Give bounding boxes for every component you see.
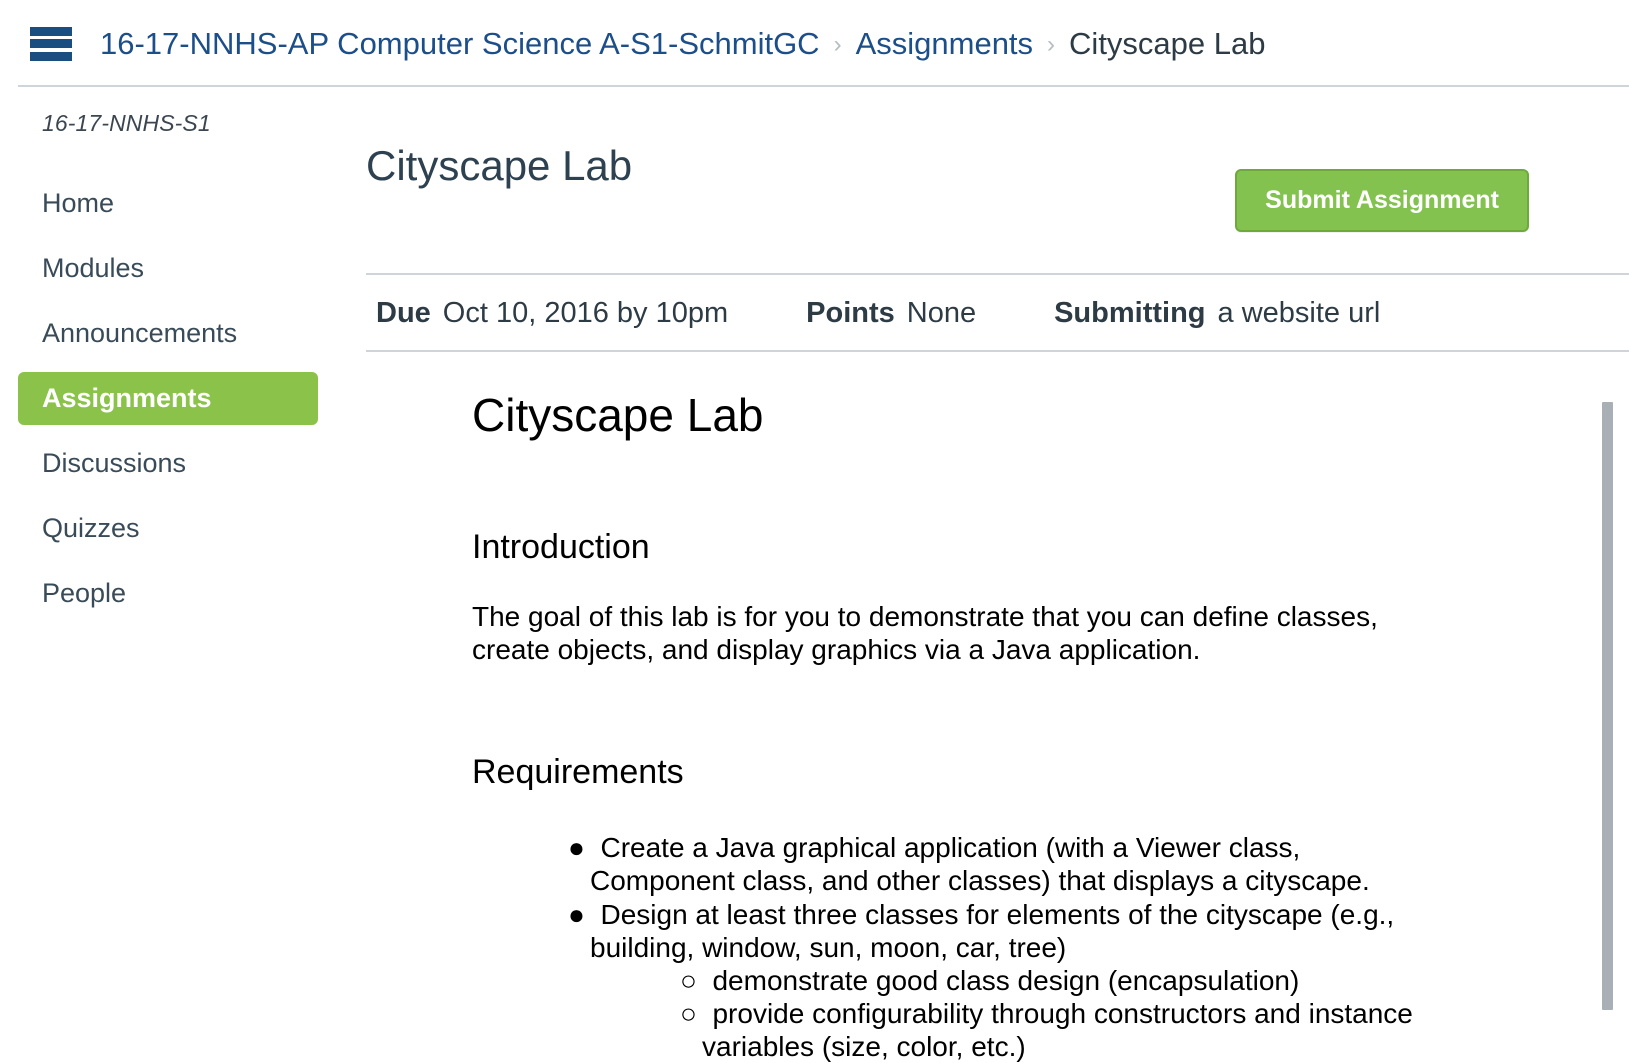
points-label: Points <box>806 297 895 330</box>
list-item-text: Design at least three classes for elemen… <box>590 899 1394 963</box>
breadcrumb-item-current: Cityscape Lab <box>1069 26 1265 62</box>
submitting-value: a website url <box>1218 297 1381 330</box>
hamburger-bar-1 <box>30 27 72 36</box>
breadcrumb: 16-17-NNHS-AP Computer Science A-S1-Schm… <box>100 26 1266 62</box>
requirements-heading: Requirements <box>472 754 1629 791</box>
bullet-marker: ○ <box>680 965 705 996</box>
sidebar-item-people[interactable]: People <box>18 567 318 620</box>
introduction-heading: Introduction <box>472 529 1629 566</box>
due-value: Oct 10, 2016 by 10pm <box>443 297 728 330</box>
assignment-main-content: Cityscape Lab Submit Assignment Due Oct … <box>366 110 1629 1037</box>
breadcrumb-separator-2: › <box>1047 31 1055 59</box>
hamburger-menu-icon[interactable] <box>30 27 72 61</box>
hamburger-bar-2 <box>30 39 72 48</box>
sidebar-item-modules[interactable]: Modules <box>18 242 318 295</box>
list-item-text: provide configurability through construc… <box>702 998 1413 1062</box>
breadcrumb-separator-1: › <box>834 31 842 59</box>
bullet-marker: ● <box>568 832 593 863</box>
list-item: ● Design at least three classes for elem… <box>568 898 1450 1063</box>
hamburger-bar-3 <box>30 52 72 61</box>
vertical-scrollbar-thumb[interactable] <box>1602 402 1613 1010</box>
submit-assignment-button[interactable]: Submit Assignment <box>1235 169 1529 232</box>
sidebar-item-quizzes[interactable]: Quizzes <box>18 502 318 555</box>
course-code-label: 16-17-NNHS-S1 <box>0 110 340 137</box>
list-item: ○ provide configurability through constr… <box>680 997 1450 1063</box>
course-navigation-sidebar: 16-17-NNHS-S1 Home Modules Announcements… <box>0 110 340 632</box>
sidebar-item-discussions[interactable]: Discussions <box>18 437 318 490</box>
sidebar-item-announcements[interactable]: Announcements <box>18 307 318 360</box>
introduction-paragraph: The goal of this lab is for you to demon… <box>472 600 1427 666</box>
list-item: ○ demonstrate good class design (encapsu… <box>680 964 1450 997</box>
sidebar-item-assignments[interactable]: Assignments <box>18 372 318 425</box>
points-value: None <box>907 297 976 330</box>
breadcrumb-bar: 16-17-NNHS-AP Computer Science A-S1-Schm… <box>0 0 1629 87</box>
assignment-header: Cityscape Lab Submit Assignment <box>366 143 1629 273</box>
list-item-text: Create a Java graphical application (wit… <box>590 832 1370 896</box>
list-item: ● Create a Java graphical application (w… <box>568 831 1450 897</box>
requirements-sublist: ○ demonstrate good class design (encapsu… <box>590 964 1450 1063</box>
list-item-text: demonstrate good class design (encapsula… <box>712 965 1299 996</box>
description-title: Cityscape Lab <box>472 390 1629 441</box>
breadcrumb-item-course[interactable]: 16-17-NNHS-AP Computer Science A-S1-Schm… <box>100 26 820 62</box>
assignment-meta-row: Due Oct 10, 2016 by 10pm Points None Sub… <box>366 275 1629 350</box>
submitting-label: Submitting <box>1054 297 1205 330</box>
bullet-marker: ● <box>568 899 593 930</box>
breadcrumb-item-assignments[interactable]: Assignments <box>856 26 1033 62</box>
sidebar-item-home[interactable]: Home <box>18 177 318 230</box>
bullet-marker: ○ <box>680 998 705 1029</box>
assignment-description: Cityscape Lab Introduction The goal of t… <box>366 352 1629 1063</box>
breadcrumb-divider <box>18 85 1629 87</box>
requirements-list: ● Create a Java graphical application (w… <box>472 831 1629 1062</box>
due-label: Due <box>376 297 431 330</box>
